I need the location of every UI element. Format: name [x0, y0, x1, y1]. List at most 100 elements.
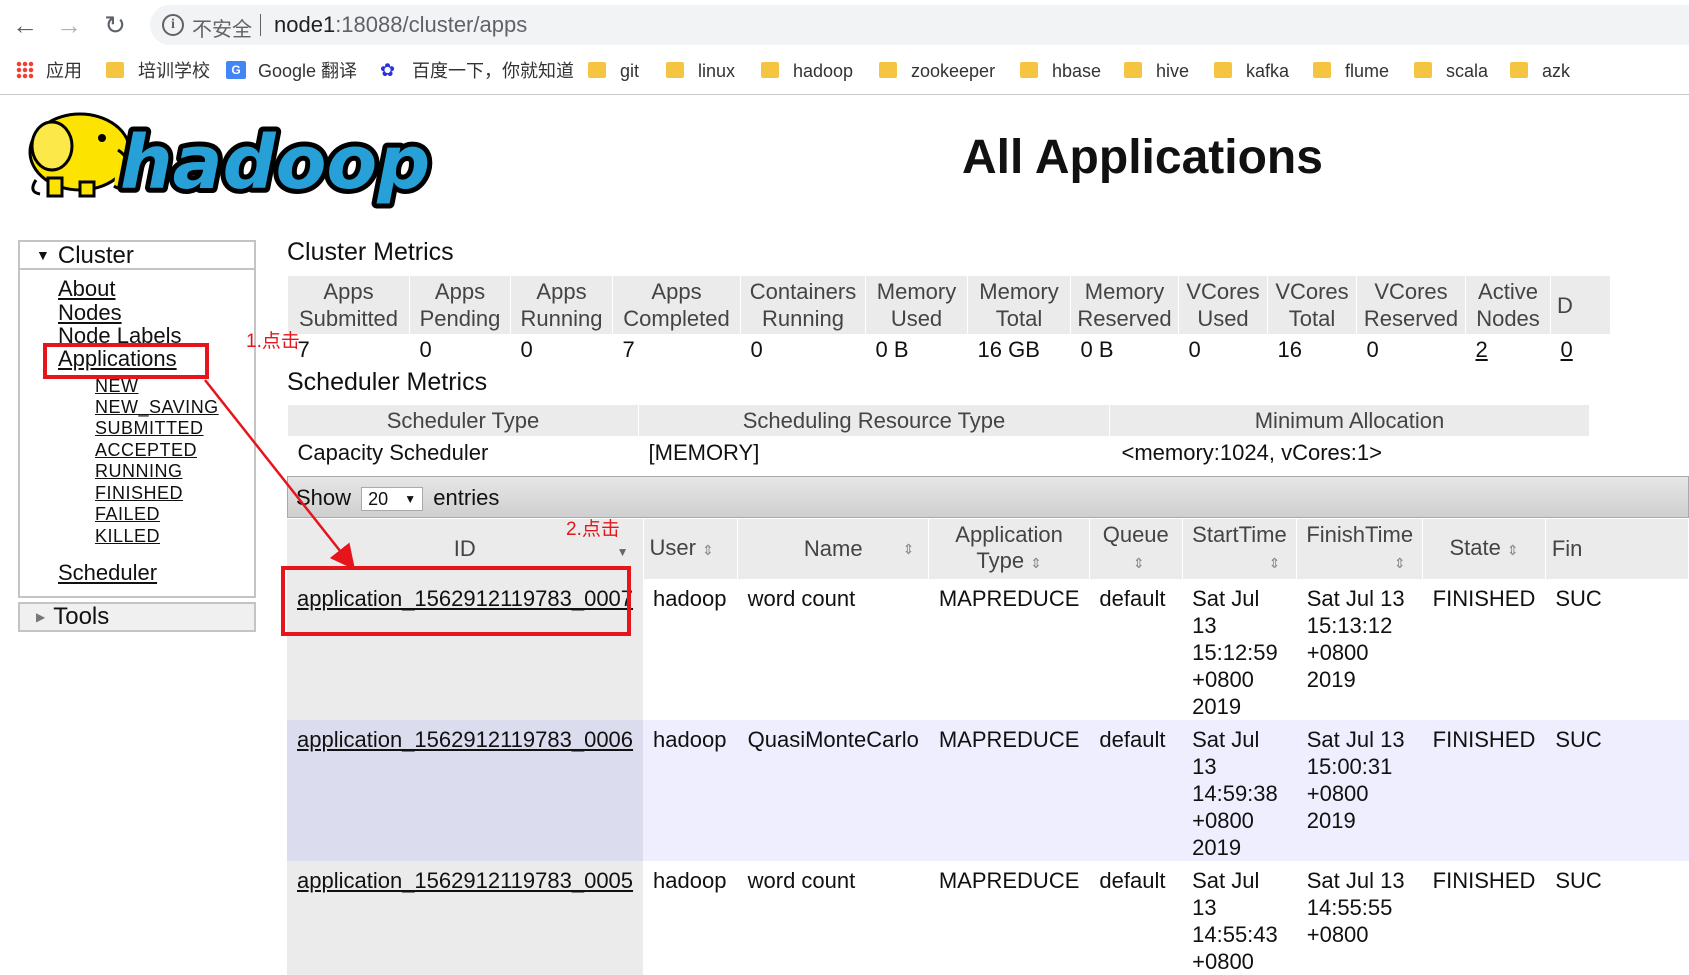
sidebar-state-failed[interactable]: FAILED [95, 504, 160, 525]
sidebar-cluster-header[interactable]: ▼ Cluster [20, 242, 254, 270]
column-header-final-status[interactable]: Fin [1545, 519, 1689, 579]
metric-header: Apps Running [510, 275, 613, 335]
logo-wordmark-fill: hadoop [120, 120, 430, 206]
folder-icon [666, 62, 684, 79]
page-title: All Applications [962, 131, 1323, 184]
cluster-metrics-header-row: Apps Submitted Apps Pending Apps Running Ap… [287, 275, 1611, 335]
sort-icon: ⇕ [1393, 555, 1406, 571]
bookmark-label: hive [1156, 61, 1190, 81]
app-finish-time: Sat Jul 13 15:13:12 +0800 2019 [1296, 579, 1423, 720]
sidebar-state-finished[interactable]: FINISHED [95, 483, 183, 504]
column-header-queue[interactable]: Queue ⇕ [1089, 519, 1183, 579]
column-header-application-type[interactable]: Application Type ⇕ [928, 519, 1090, 579]
insecure-label: 不安全 [192, 19, 252, 41]
bookmark-flume[interactable]: flume [1313, 58, 1389, 84]
app-user: hadoop [643, 579, 738, 720]
folder-icon [588, 62, 606, 79]
metric-header: Memory Total [967, 275, 1071, 335]
app-type: MAPREDUCE [928, 861, 1090, 975]
bookmark-zookeeper[interactable]: zookeeper [879, 58, 995, 84]
info-icon[interactable]: i [162, 14, 184, 36]
app-id-link[interactable]: application_1562912119783_0006 [297, 727, 633, 752]
decommissioned-nodes-link[interactable]: 0 [1561, 337, 1573, 362]
show-label: Show [296, 485, 352, 510]
column-header-finishtime[interactable]: FinishTime ⇕ [1296, 519, 1424, 579]
metric-memory-total: 16 GB [977, 337, 1040, 362]
sidebar-cluster-panel: ▼ Cluster About Nodes Node Labels Applica… [18, 240, 256, 598]
metric-header: Active Nodes [1465, 275, 1551, 335]
url-path: :18088/cluster/apps [335, 12, 528, 37]
sidebar-state-accepted[interactable]: ACCEPTED [95, 440, 197, 461]
sidebar-state-killed[interactable]: KILLED [95, 526, 160, 547]
column-header-user[interactable]: User ⇕ [643, 519, 739, 579]
bookmark-apps[interactable]: 应用 [16, 58, 82, 84]
scheduling-resource-type-value: [MEMORY] [648, 439, 760, 465]
apps-grid-icon [16, 61, 34, 80]
active-nodes-link[interactable]: 2 [1476, 337, 1488, 362]
metric-vcores-used: 0 [1188, 337, 1201, 362]
metric-apps-pending: 0 [419, 337, 432, 362]
bookmark-label: azk [1542, 61, 1571, 81]
app-state: FINISHED [1422, 579, 1546, 720]
bookmark-baidu[interactable]: ✿ 百度一下，你就知道 [380, 58, 574, 84]
folder-icon [1414, 62, 1432, 79]
metric-header: Apps Pending [409, 275, 511, 335]
cluster-metrics-value-row: 7 0 0 7 0 0 B 16 GB 0 B 0 16 0 2 0 [288, 335, 1611, 366]
bookmark-label: 百度一下，你就知道 [412, 61, 574, 81]
bookmark-label: Google 翻译 [258, 61, 358, 81]
bookmark-linux[interactable]: linux [666, 58, 735, 84]
sidebar-link-scheduler[interactable]: Scheduler [58, 560, 157, 586]
column-header-state[interactable]: State ⇕ [1422, 519, 1546, 579]
browser-toolbar: ← → ↻ i 不安全 node1:18088/cluster/apps [0, 0, 1689, 50]
bookmarks-bar: 应用 培训学校 G Google 翻译 ✿ 百度一下，你就知道 git linux … [0, 50, 1689, 95]
sort-icon: ⇕ [701, 542, 714, 558]
hadoop-logo[interactable]: hadoop hadoop [18, 104, 438, 211]
bookmark-training-school[interactable]: 培训学校 [106, 58, 210, 84]
sidebar-state-new[interactable]: NEW [95, 376, 139, 397]
folder-icon [879, 62, 897, 79]
dropdown-arrow-icon: ▼ [404, 492, 417, 507]
metric-header: VCores Total [1267, 275, 1357, 335]
bookmark-git[interactable]: git [588, 58, 639, 84]
app-final-status: SUC [1545, 579, 1689, 720]
url-text[interactable]: node1:18088/cluster/apps [274, 12, 527, 38]
sort-icon: ⇕ [902, 541, 915, 557]
bookmark-hadoop[interactable]: hadoop [761, 58, 853, 84]
metric-apps-running: 0 [520, 337, 533, 362]
app-id-link[interactable]: application_1562912119783_0005 [297, 868, 633, 893]
reload-icon[interactable]: ↻ [98, 8, 132, 42]
metric-vcores-total: 16 [1277, 337, 1302, 362]
column-header-name[interactable]: Name ⇕ [737, 519, 930, 579]
table-length-bar: Show 20 ▼ entries [287, 476, 1689, 518]
folder-icon [1020, 62, 1038, 79]
bookmark-kafka[interactable]: kafka [1214, 58, 1289, 84]
forward-arrow-icon[interactable]: → [52, 8, 86, 42]
hadoop-elephant-logo-icon: hadoop hadoop [28, 112, 435, 211]
app-id-cell: application_1562912119783_0006 [287, 720, 644, 861]
sidebar-link-about[interactable]: About [58, 276, 116, 302]
bookmark-google-translate[interactable]: G Google 翻译 [226, 58, 357, 84]
bookmark-azk[interactable]: azk [1510, 58, 1570, 84]
back-arrow-icon[interactable]: ← [8, 8, 42, 42]
page-size-select[interactable]: 20 ▼ [361, 487, 424, 512]
address-divider [260, 14, 261, 36]
metric-containers-running: 0 [750, 337, 763, 362]
column-header-starttime[interactable]: StartTime ⇕ [1182, 519, 1298, 579]
sidebar-state-new-saving[interactable]: NEW_SAVING [95, 397, 219, 418]
sidebar-state-running[interactable]: RUNNING [95, 461, 183, 482]
scheduler-header-row: Scheduler Type Scheduling Resource Type … [287, 404, 1590, 437]
bookmark-scala[interactable]: scala [1414, 58, 1488, 84]
bookmark-hbase[interactable]: hbase [1020, 58, 1101, 84]
bookmark-label: hadoop [793, 61, 854, 81]
scheduler-type-header: Scheduler Type [287, 404, 639, 437]
app-start-time: Sat Jul 13 15:12:59 +0800 2019 [1182, 579, 1297, 720]
metric-memory-reserved: 0 B [1080, 337, 1114, 362]
bookmark-hive[interactable]: hive [1124, 58, 1189, 84]
sort-icon: ⇕ [1132, 555, 1145, 571]
sidebar-state-submitted[interactable]: SUBMITTED [95, 418, 204, 439]
app-start-time: Sat Jul 13 14:55:43 +0800 [1182, 861, 1297, 975]
metric-header: Apps Completed [612, 275, 741, 335]
address-bar[interactable]: i 不安全 node1:18088/cluster/apps [150, 5, 1689, 45]
scheduling-resource-type-header: Scheduling Resource Type [638, 404, 1110, 437]
sidebar-tools-header[interactable]: ▶ Tools [18, 602, 256, 632]
